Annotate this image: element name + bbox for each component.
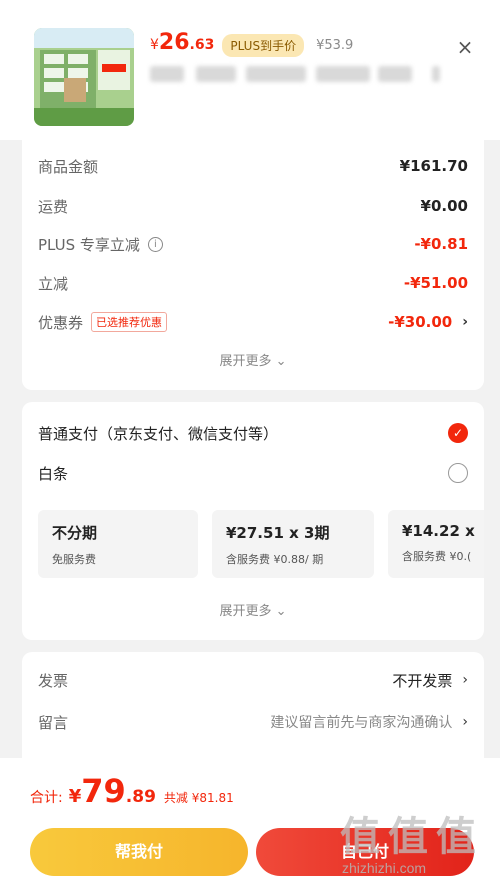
recommended-coupon-tag: 已选推荐优惠 (91, 312, 168, 332)
total-symbol: ¥ (68, 786, 82, 807)
installment-title: ¥14.22 x (402, 522, 475, 540)
checked-radio-icon[interactable]: ✓ (448, 423, 468, 443)
original-price: ¥53.9 (316, 38, 354, 53)
installment-option-6[interactable]: ¥14.22 x 含服务费 ¥0.( (388, 510, 484, 578)
message-label: 留言 (38, 713, 69, 732)
installment-option-none[interactable]: 不分期 免服务费 (38, 510, 198, 578)
watermark: 值 值 值 zhizhizhi.com (340, 804, 490, 884)
total-price: 合计: ¥ 79 .89 共减 ¥81.81 (30, 772, 234, 810)
baitiao-label: 白条 (38, 464, 69, 483)
row-instant-discount: 立减 -¥51.00 (38, 271, 468, 295)
watermark-char: 值 (340, 813, 380, 860)
row-goods-amount: 商品金额 ¥161.70 (38, 154, 468, 178)
payment-normal-option[interactable]: 普通支付（京东支付、微信支付等） ✓ (38, 420, 468, 446)
installment-sub: 含服务费 ¥0.( (402, 550, 472, 563)
instant-discount-label: 立减 (38, 274, 69, 293)
total-decimal: .89 (125, 787, 156, 807)
installment-sub: 免服务费 (52, 553, 96, 566)
normal-payment-label: 普通支付（京东支付、微信支付等） (38, 424, 279, 443)
price-symbol: ¥ (150, 37, 159, 53)
plus-discount-value: -¥0.81 (414, 235, 468, 253)
plus-discount-label: PLUS 专享立减 (38, 235, 140, 254)
shipping-value: ¥0.00 (420, 197, 468, 215)
invoice-row[interactable]: 发票 不开发票 › (38, 668, 468, 692)
payment-baitiao-option[interactable]: 白条 (38, 460, 468, 486)
watermark-url: zhizhizhi.com (342, 860, 427, 876)
total-label: 合计: (30, 790, 63, 806)
invoice-label: 发票 (38, 671, 69, 690)
invoice-value: 不开发票 (392, 671, 453, 690)
coupon-label: 优惠券 (38, 313, 84, 332)
price-row: ¥ 26 .63 PLUS到手价 ¥53.9 (150, 30, 353, 60)
payment-card: 普通支付（京东支付、微信支付等） ✓ 白条 不分期 免服务费 ¥27.51 x … (22, 402, 484, 640)
message-row[interactable]: 留言 建议留言前先与商家沟通确认 › (38, 710, 468, 734)
installment-option-3[interactable]: ¥27.51 x 3期 含服务费 ¥0.88/ 期 (212, 510, 374, 578)
chevron-right-icon: › (462, 314, 468, 330)
invoice-card: 发票 不开发票 › 留言 建议留言前先与商家沟通确认 › (22, 652, 484, 758)
close-icon[interactable]: × (452, 34, 478, 60)
expand-more-payment[interactable]: 展开更多 ⌄ (22, 600, 484, 619)
product-image (34, 28, 134, 126)
product-thumbnail[interactable] (34, 28, 134, 126)
expand-more-summary[interactable]: 展开更多 ⌄ (22, 350, 484, 369)
row-coupon[interactable]: 优惠券 已选推荐优惠 -¥30.00 › (38, 310, 468, 334)
info-icon[interactable]: i (147, 236, 163, 252)
price-decimal: .63 (189, 37, 215, 53)
message-placeholder: 建议留言前先与商家沟通确认 (270, 715, 453, 731)
coupon-value: -¥30.00 (388, 313, 453, 331)
installment-title: 不分期 (52, 524, 98, 542)
price-summary-card: 商品金额 ¥161.70 运费 ¥0.00 PLUS 专享立减 i -¥0.81… (22, 140, 484, 390)
product-header: ¥ 26 .63 PLUS到手价 ¥53.9 × (0, 0, 500, 140)
chevron-right-icon: › (462, 714, 468, 730)
total-integer: 79 (81, 772, 126, 810)
plus-price-badge: PLUS到手价 (222, 33, 305, 57)
watermark-char: 值 (388, 813, 428, 860)
shipping-label: 运费 (38, 197, 69, 216)
instant-discount-value: -¥51.00 (403, 274, 468, 292)
total-saved: 共减 ¥81.81 (163, 791, 234, 805)
watermark-char: 值 (436, 813, 476, 860)
price-integer: 26 (158, 30, 190, 55)
unchecked-radio-icon[interactable] (448, 463, 468, 483)
installment-sub: 含服务费 ¥0.88/ 期 (226, 553, 324, 566)
chevron-right-icon: › (462, 672, 468, 688)
goods-amount-value: ¥161.70 (399, 157, 468, 175)
installment-title: ¥27.51 x 3期 (226, 524, 330, 542)
row-shipping: 运费 ¥0.00 (38, 194, 468, 218)
goods-amount-label: 商品金额 (38, 157, 99, 176)
row-plus-discount: PLUS 专享立减 i -¥0.81 (38, 232, 468, 256)
help-me-pay-button[interactable]: 帮我付 (30, 828, 248, 876)
blurred-product-title (150, 66, 440, 84)
